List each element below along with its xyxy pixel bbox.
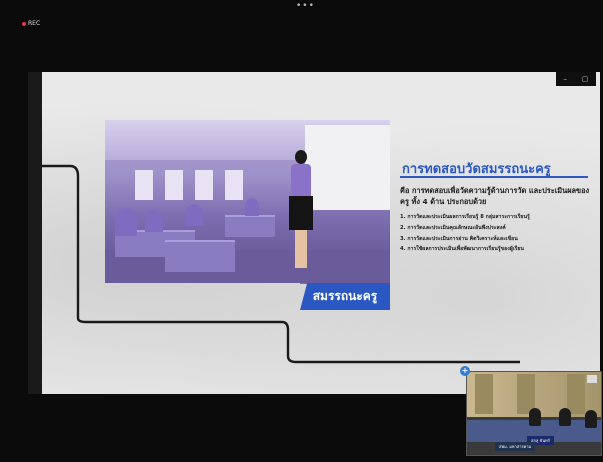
slide-item-list: 1. การวัดและประเมินผลการเรียนรู้ 8 กลุ่ม…	[400, 212, 595, 255]
participant-video-pip[interactable]: สกลุ ขันทร์ สพม. มหาสารคาม	[466, 371, 602, 456]
list-item: 2. การวัดและประเมินคุณลักษณะอันพึงประสงค…	[400, 224, 506, 231]
participant-school-caption: สพม. มหาสารคาม	[495, 442, 536, 451]
slide-badge: สมรรถนะครู	[300, 283, 390, 310]
add-participant-button[interactable]: +	[460, 366, 470, 376]
list-item: 1. การวัดและประเมินผลการเรียนรู้ 8 กลุ่ม…	[400, 214, 530, 220]
title-underline	[400, 176, 588, 178]
list-item: 3. การวัดและประเมินการอ่าน คิดวิเคราะห์แ…	[400, 235, 518, 242]
school-logo-icon	[587, 375, 597, 383]
slide-definition: คือ การทดสอบเพื่อวัดความรู้ด้านการวัด แล…	[400, 186, 590, 206]
classroom-photo	[105, 120, 390, 283]
list-item: 4. การใช้ผลการประเมินเพื่อพัฒนาการเรียนร…	[400, 246, 524, 253]
